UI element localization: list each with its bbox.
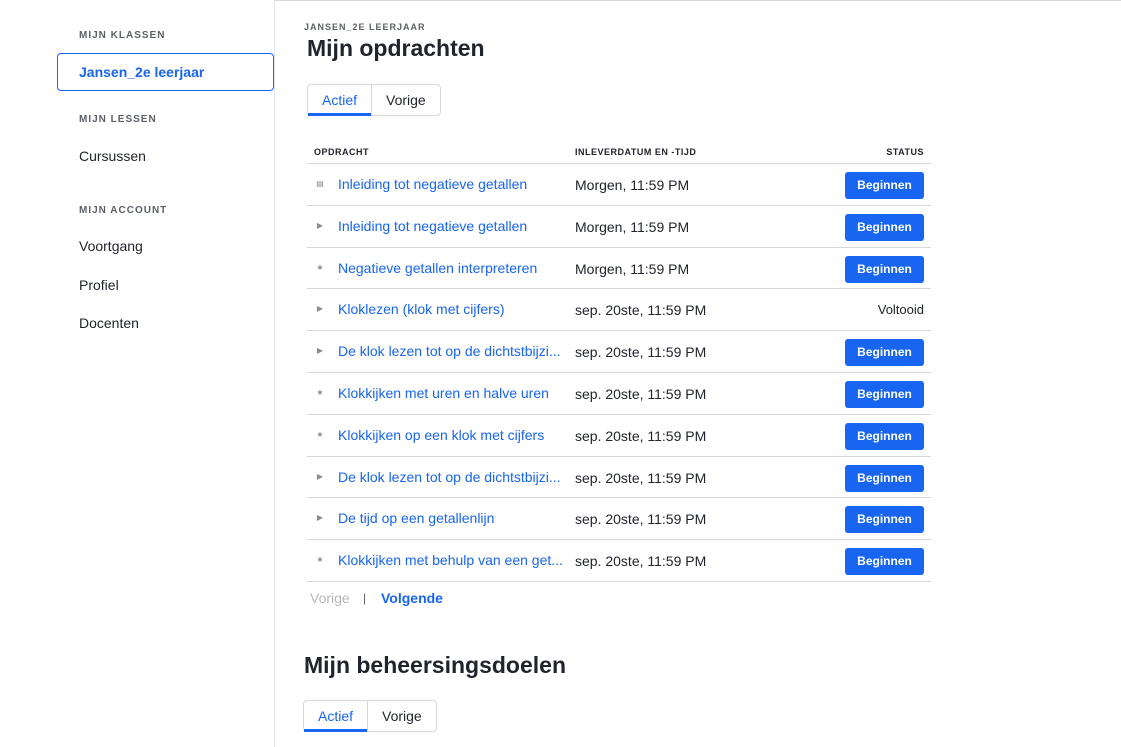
start-button[interactable]: Beginnen [845, 255, 924, 283]
sidebar-item-progress[interactable]: Voortgang [79, 238, 143, 254]
play-icon: ▶ [316, 471, 324, 481]
tab-previous-mastery[interactable]: Vorige [367, 701, 436, 731]
table-row: ★ Klokkijken met uren en halve uren sep. 2… [307, 373, 931, 415]
due-date: sep. 20ste, 11:59 PM [575, 469, 707, 486]
assignment-link[interactable]: Negatieve getallen interpreteren [338, 260, 568, 276]
sidebar-item-profile[interactable]: Profiel [79, 277, 119, 293]
status-completed: Voltooid [877, 302, 924, 318]
due-date: sep. 20ste, 11:59 PM [575, 511, 707, 528]
start-button[interactable]: Beginnen [845, 464, 924, 492]
sidebar: MIJN KLASSEN Jansen_2e leerjaar MIJN LES… [0, 0, 275, 747]
due-date: Morgen, 11:59 PM [575, 218, 690, 235]
sidebar-item-teachers[interactable]: Docenten [79, 315, 139, 331]
start-button[interactable]: Beginnen [845, 548, 924, 576]
due-date: Morgen, 11:59 PM [575, 260, 690, 277]
pagination-separator: | [363, 591, 367, 605]
assignment-link[interactable]: Kloklezen (klok met cijfers) [338, 301, 568, 317]
start-button[interactable]: Beginnen [845, 213, 924, 241]
assignment-link[interactable]: Klokkijken met behulp van een get... [338, 552, 568, 568]
mastery-tabs: Actief Vorige [303, 700, 437, 732]
table-row: ★ Klokkijken op een klok met cijfers sep. … [307, 415, 931, 457]
lessons-heading: MIJN LESSEN [79, 114, 157, 125]
table-row: ▶ De tijd op een getallenlijn sep. 20ste, … [307, 498, 931, 541]
sidebar-item-courses[interactable]: Cursussen [79, 148, 146, 164]
sidebar-item-label: Jansen_2e leerjaar [79, 64, 205, 80]
due-date: sep. 20ste, 11:59 PM [575, 385, 707, 402]
due-date: sep. 20ste, 11:59 PM [575, 427, 707, 444]
assignment-link[interactable]: De klok lezen tot op de dichtstbijzi... [338, 343, 568, 359]
start-button[interactable]: Beginnen [845, 422, 924, 450]
start-button[interactable]: Beginnen [845, 339, 924, 367]
play-icon: ▶ [316, 513, 324, 523]
table-row: ▶ Inleiding tot negatieve getallen Morgen,… [307, 206, 931, 248]
column-header-due-date: INLEVERDATUM EN -TIJD [575, 147, 697, 157]
assignment-link[interactable]: De tijd op een getallenlijn [338, 510, 568, 526]
tab-active-mastery[interactable]: Actief [304, 701, 368, 732]
assignments-table: OPDRACHT INLEVERDATUM EN -TIJD STATUS ▤ I… [307, 142, 931, 582]
table-row: ★ Klokkijken met behulp van een get... sep… [307, 540, 931, 582]
star-icon: ★ [316, 387, 324, 397]
play-icon: ▶ [316, 220, 324, 230]
start-button[interactable]: Beginnen [845, 380, 924, 408]
classes-heading: MIJN KLASSEN [79, 30, 166, 41]
assignment-link[interactable]: Klokkijken met uren en halve uren [338, 385, 568, 401]
column-header-status: STATUS [886, 147, 924, 157]
assignment-tabs: Actief Vorige [307, 84, 441, 116]
table-row: ▶ Kloklezen (klok met cijfers) sep. 20ste,… [307, 289, 931, 332]
star-icon: ★ [316, 555, 324, 565]
table-body: ▤ Inleiding tot negatieve getallen Morgen,… [307, 164, 931, 582]
assignment-link[interactable]: Inleiding tot negatieve getallen [338, 176, 568, 192]
play-icon: ▶ [316, 304, 324, 314]
account-heading: MIJN ACCOUNT [79, 205, 168, 216]
due-date: Morgen, 11:59 PM [575, 177, 690, 193]
table-header: OPDRACHT INLEVERDATUM EN -TIJD STATUS [307, 142, 931, 164]
document-icon: ▤ [316, 179, 324, 188]
due-date: sep. 20ste, 11:59 PM [575, 553, 707, 570]
pagination-previous: Vorige [310, 590, 350, 606]
top-divider [275, 0, 1121, 1]
assignment-link[interactable]: Inleiding tot negatieve getallen [338, 218, 568, 234]
column-header-assignment: OPDRACHT [314, 147, 369, 157]
sidebar-item-active-class[interactable]: Jansen_2e leerjaar [57, 53, 274, 91]
pagination-next[interactable]: Volgende [381, 590, 443, 606]
tab-previous[interactable]: Vorige [371, 85, 440, 115]
table-row: ★ Negatieve getallen interpreteren Morgen,… [307, 248, 931, 290]
mastery-goals-title: Mijn beheersingsdoelen [304, 652, 566, 678]
tab-active[interactable]: Actief [308, 85, 372, 116]
page-title: Mijn opdrachten [307, 35, 485, 61]
table-row: ▶ De klok lezen tot op de dichtstbijzi...… [307, 457, 931, 499]
due-date: sep. 20ste, 11:59 PM [575, 344, 707, 361]
play-icon: ▶ [316, 346, 324, 356]
assignment-link[interactable]: De klok lezen tot op de dichtstbijzi... [338, 469, 568, 485]
assignment-link[interactable]: Klokkijken op een klok met cijfers [338, 427, 568, 443]
table-row: ▤ Inleiding tot negatieve getallen Morgen,… [307, 164, 931, 206]
table-row: ▶ De klok lezen tot op de dichtstbijzi...… [307, 331, 931, 373]
due-date: sep. 20ste, 11:59 PM [575, 302, 707, 319]
start-button[interactable]: Beginnen [845, 506, 924, 534]
breadcrumb: JANSEN_2E LEERJAAR [304, 22, 426, 32]
star-icon: ★ [316, 429, 324, 439]
start-button[interactable]: Beginnen [845, 172, 924, 199]
star-icon: ★ [316, 262, 324, 272]
